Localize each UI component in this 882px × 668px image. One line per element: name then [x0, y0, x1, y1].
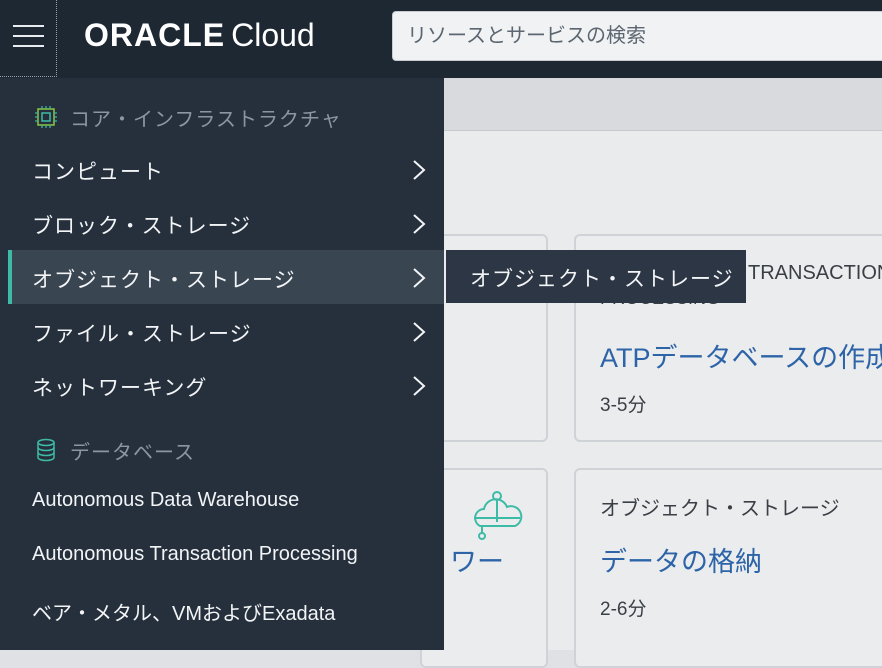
submenu-item-object-storage[interactable]: オブジェクト・ストレージ	[470, 263, 734, 293]
menu-item-object-storage[interactable]: オブジェクト・ストレージ	[8, 250, 444, 304]
menu-link-autonomous-data-warehouse[interactable]: Autonomous Data Warehouse	[32, 489, 299, 512]
chip-icon	[35, 106, 57, 128]
menu-link-bare-metal-vm-exadata[interactable]: ベア・メタル、VMおよびExadata	[32, 597, 335, 626]
oracle-cloud-logo[interactable]: ORACLE Cloud	[84, 17, 315, 54]
quick-action-card-storage[interactable]: オブジェクト・ストレージ データの格納 2-6分	[574, 468, 882, 668]
menu-item-label: ファイル・ストレージ	[32, 323, 252, 346]
section-header-database: データベース	[34, 435, 195, 465]
menu-item-label: ネットワーキング	[32, 377, 208, 400]
card-time: 2-6分	[600, 599, 647, 620]
menu-item-compute[interactable]: コンピュート	[8, 142, 444, 196]
submenu-flyout: オブジェクト・ストレージ	[446, 250, 746, 303]
card-title[interactable]: データの格納	[600, 540, 762, 579]
search-input[interactable]	[392, 11, 882, 61]
chevron-right-icon	[413, 160, 426, 180]
chevron-right-icon	[413, 214, 426, 234]
logo-product: Cloud	[231, 17, 315, 53]
card-time: 3-5分	[600, 395, 647, 416]
menu-item-networking[interactable]: ネットワーキング	[8, 358, 444, 412]
logo-brand: ORACLE	[84, 17, 226, 53]
menu-item-label: オブジェクト・ストレージ	[32, 269, 296, 292]
menu-item-block-storage[interactable]: ブロック・ストレージ	[8, 196, 444, 250]
menu-link-autonomous-transaction-processing[interactable]: Autonomous Transaction Processing	[32, 543, 358, 566]
menu-item-label: ブロック・ストレージ	[32, 215, 252, 238]
card-category: オブジェクト・ストレージ	[600, 498, 840, 520]
card-category: TRANSACTION	[748, 262, 882, 284]
network-cloud-icon	[474, 491, 523, 540]
section-header-core-infrastructure: コア・インフラストラクチャ	[34, 102, 342, 132]
database-icon	[37, 438, 55, 462]
side-navigation-menu: コア・インフラストラクチャ コンピュート ブロック・ストレージ オブジェクト・ス…	[0, 78, 444, 650]
top-bar: ORACLE Cloud	[0, 0, 882, 78]
menu-item-label: コンピュート	[32, 161, 164, 184]
card-title[interactable]: ATPデータベースの作成	[600, 336, 882, 375]
chevron-right-icon	[413, 268, 426, 288]
section-header-label: データベース	[70, 441, 195, 464]
chevron-right-icon	[413, 376, 426, 396]
chevron-right-icon	[413, 322, 426, 342]
card-title-partial[interactable]: ワー	[450, 540, 504, 579]
menu-item-file-storage[interactable]: ファイル・ストレージ	[8, 304, 444, 358]
hamburger-menu-icon[interactable]	[0, 0, 57, 77]
section-header-label: コア・インフラストラクチャ	[70, 108, 342, 131]
